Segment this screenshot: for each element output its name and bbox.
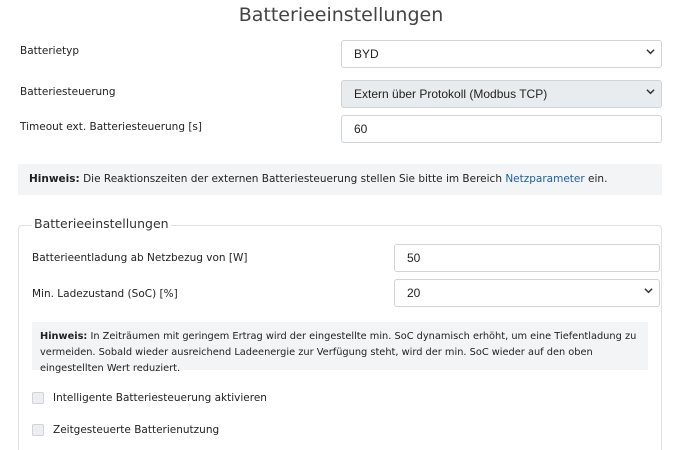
timeout-value: 60 — [354, 122, 368, 136]
battery-type-select[interactable]: BYD — [341, 40, 662, 68]
chevron-down-icon — [646, 87, 655, 96]
hint-box: Hinweis: Die Reaktionszeiten der externe… — [18, 164, 662, 195]
time-controlled-checkbox-row[interactable]: Zeitgesteuerte Batterienutzung — [32, 424, 219, 436]
timeout-label: Timeout ext. Batteriesteuerung [s] — [20, 121, 202, 133]
soc-hint-prefix: Hinweis: — [40, 331, 88, 342]
time-controlled-checkbox[interactable] — [32, 424, 44, 436]
page-title: Batterieeinstellungen — [238, 4, 444, 26]
time-controlled-label: Zeitgesteuerte Batterienutzung — [53, 424, 220, 436]
soc-hint-box: Hinweis: In Zeiträumen mit geringem Ertr… — [32, 322, 648, 374]
group-legend: Batterieeinstellungen — [32, 216, 171, 231]
battery-control-label: Batteriesteuerung — [20, 86, 116, 98]
discharge-label: Batterieentladung ab Netzbezug von [W] — [32, 252, 248, 264]
soc-hint-text: In Zeiträumen mit geringem Ertrag wird d… — [40, 331, 637, 374]
intelligent-control-checkbox[interactable] — [32, 392, 44, 404]
hint-suffix: ein. — [584, 173, 608, 185]
battery-control-select[interactable]: Extern über Protokoll (Modbus TCP) — [341, 80, 662, 108]
timeout-input[interactable]: 60 — [341, 115, 662, 143]
min-soc-select[interactable]: 20 — [394, 279, 660, 307]
intelligent-control-checkbox-row[interactable]: Intelligente Batteriesteuerung aktiviere… — [32, 392, 267, 404]
netzparameter-link[interactable]: Netzparameter — [505, 173, 584, 185]
chevron-down-icon — [646, 47, 655, 56]
battery-control-value: Extern über Protokoll (Modbus TCP) — [354, 87, 548, 101]
battery-type-label: Batterietyp — [20, 45, 80, 57]
chevron-down-icon — [644, 286, 653, 295]
min-soc-value: 20 — [407, 286, 421, 300]
discharge-value: 50 — [407, 251, 421, 265]
intelligent-control-label: Intelligente Batteriesteuerung aktiviere… — [53, 392, 267, 404]
discharge-input[interactable]: 50 — [394, 244, 660, 272]
hint-prefix: Hinweis: — [29, 173, 80, 185]
hint-text: Die Reaktionszeiten der externen Batteri… — [79, 173, 506, 185]
min-soc-label: Min. Ladezustand (SoC) [%] — [32, 288, 178, 300]
battery-type-value: BYD — [354, 47, 379, 61]
